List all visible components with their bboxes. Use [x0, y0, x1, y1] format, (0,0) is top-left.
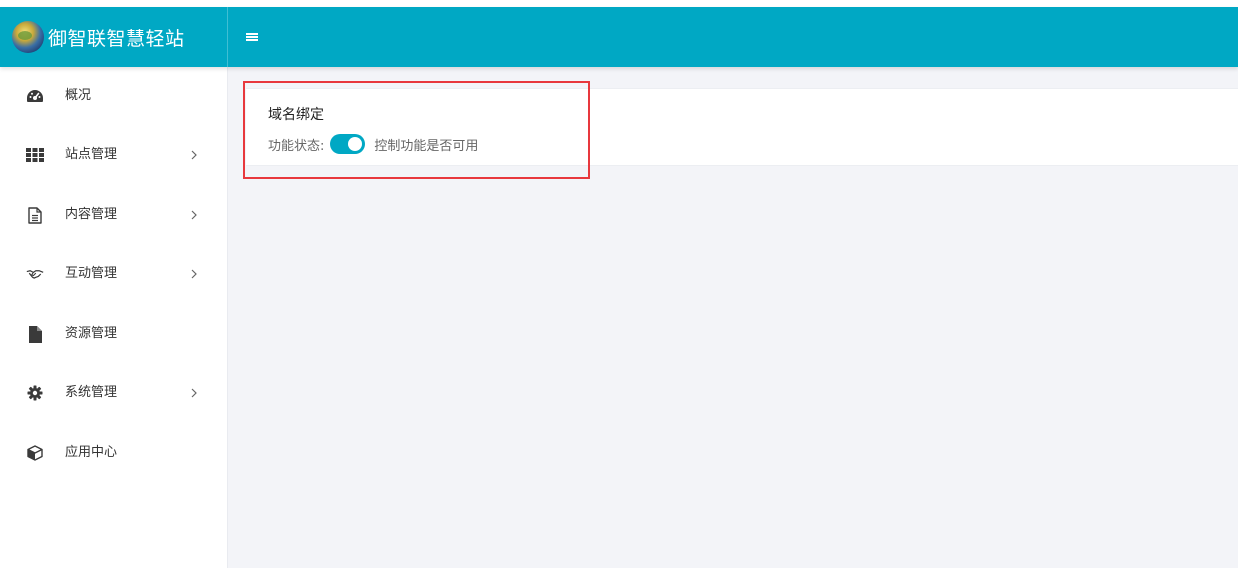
domain-binding-card: 域名绑定 功能状态: 控制功能是否可用: [246, 88, 1238, 166]
chevron-right-icon: [190, 147, 198, 163]
app-title: 御智联智慧轻站: [48, 27, 185, 50]
sidebar-item-label: 资源管理: [65, 326, 118, 341]
file-icon: [26, 325, 44, 343]
card-title: 域名绑定: [268, 107, 324, 123]
top-header: 御智联智慧轻站: [0, 7, 1238, 67]
sidebar-item-content-management[interactable]: 内容管理: [0, 195, 227, 235]
sidebar-item-system-management[interactable]: 系统管理: [0, 373, 227, 413]
chevron-right-icon: [190, 266, 198, 282]
toggle-knob: [348, 137, 363, 151]
status-description: 控制功能是否可用: [374, 138, 479, 154]
gear-icon: [26, 385, 44, 401]
chevron-right-icon: [190, 207, 198, 223]
top-strip: [0, 0, 1238, 7]
globe-logo-icon: [12, 21, 44, 53]
sidebar-item-label: 应用中心: [65, 445, 118, 460]
cube-icon: [26, 445, 44, 461]
sidebar-item-label: 站点管理: [65, 147, 118, 162]
feature-status-row: 功能状态: 控制功能是否可用: [268, 133, 478, 155]
sidebar-item-interaction-management[interactable]: 互动管理: [0, 254, 227, 294]
sidebar-item-app-center[interactable]: 应用中心: [0, 433, 227, 473]
document-icon: [26, 206, 44, 224]
app-root: 御智联智慧轻站 概况 站点管理 内容管理 互动管理 资源管理 系统管理 应用中心…: [0, 0, 1238, 568]
status-label: 功能状态:: [268, 138, 325, 154]
sidebar-item-label: 概况: [65, 88, 92, 103]
grid-apps-icon: [26, 147, 44, 163]
dashboard-gauge-icon: [26, 88, 44, 104]
brand[interactable]: 御智联智慧轻站: [0, 7, 228, 67]
sidebar-item-label: 系统管理: [65, 385, 118, 400]
sidebar-item-label: 内容管理: [65, 207, 118, 222]
sidebar-item-site-management[interactable]: 站点管理: [0, 135, 227, 175]
sidebar-item-resource-management[interactable]: 资源管理: [0, 314, 227, 354]
sidebar-item-overview[interactable]: 概况: [0, 76, 227, 116]
chevron-right-icon: [190, 385, 198, 401]
hamburger-icon[interactable]: [246, 30, 258, 44]
feature-toggle-switch[interactable]: [330, 134, 366, 154]
handshake-icon: [26, 266, 44, 282]
sidebar-item-label: 互动管理: [65, 266, 118, 281]
sidebar: 概况 站点管理 内容管理 互动管理 资源管理 系统管理 应用中心: [0, 67, 228, 568]
